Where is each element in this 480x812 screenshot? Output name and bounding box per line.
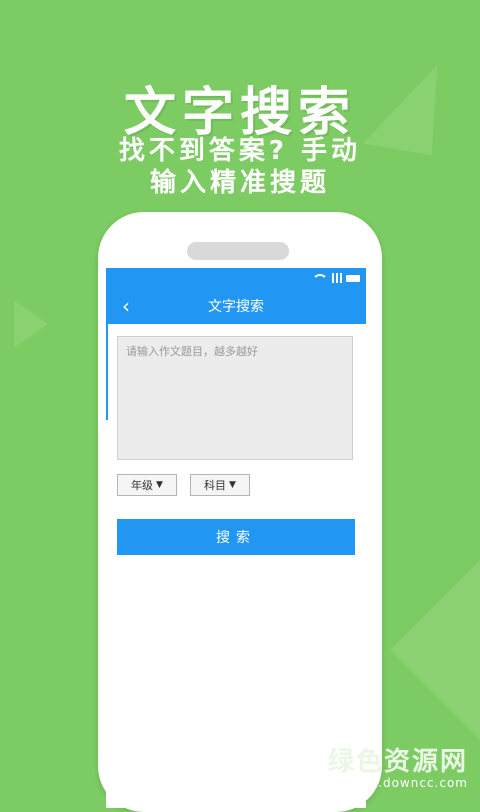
watermark-url: www.downcc.com — [346, 776, 468, 790]
grade-label: 年级 — [131, 479, 154, 492]
back-button[interactable]: ‹ — [114, 288, 138, 324]
phone-screen: ‹ 文字搜索 年级 ▼ 科目 ▼ 搜索 — [106, 268, 366, 808]
status-bar — [106, 268, 366, 288]
chevron-down-icon: ▼ — [229, 480, 236, 490]
chevron-down-icon: ▼ — [156, 480, 163, 490]
phone-speaker — [187, 242, 289, 260]
subject-label: 科目 — [204, 479, 227, 492]
decor-triangle-right — [390, 560, 480, 740]
nav-title: 文字搜索 — [208, 299, 264, 315]
watermark: 绿色资源网 www.downcc.com — [328, 741, 468, 790]
search-button[interactable]: 搜索 — [117, 519, 355, 555]
essay-title-input[interactable] — [117, 336, 353, 460]
grade-dropdown[interactable]: 年级 ▼ — [117, 474, 177, 496]
signal-icon — [332, 273, 342, 283]
nav-bar: ‹ 文字搜索 — [106, 288, 366, 324]
watermark-text: 绿色资源网 — [327, 747, 468, 777]
battery-icon — [346, 274, 360, 282]
decor-triangle-left — [14, 300, 48, 348]
phone-frame: ‹ 文字搜索 年级 ▼ 科目 ▼ 搜索 — [98, 212, 382, 812]
subject-dropdown[interactable]: 科目 ▼ — [190, 474, 250, 496]
promo-subline-2: 输入精准搜题 — [149, 168, 330, 198]
wifi-icon — [312, 274, 328, 282]
accent-line — [106, 324, 108, 420]
